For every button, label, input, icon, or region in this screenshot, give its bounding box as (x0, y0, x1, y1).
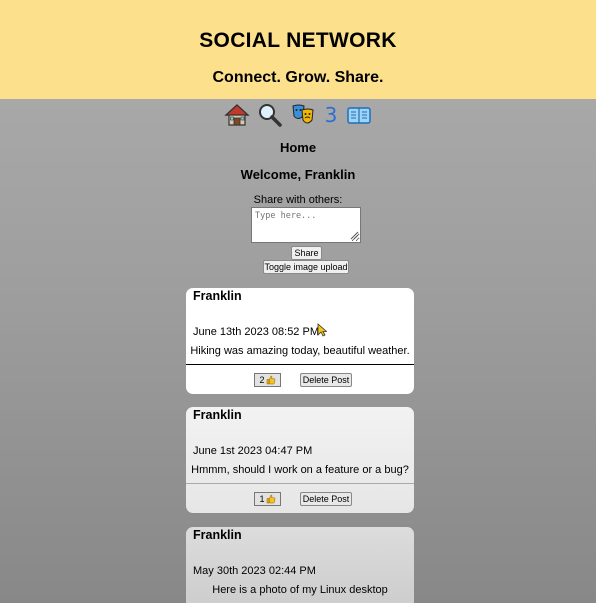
post-card: Franklin May 30th 2023 02:44 PM Here is … (186, 527, 414, 603)
home-icon[interactable] (224, 102, 251, 129)
share-label: Share with others: (253, 194, 343, 206)
like-button[interactable]: 2 (254, 373, 281, 387)
site-tagline: Connect. Grow. Share. (212, 69, 384, 86)
share-button[interactable]: Share (291, 246, 322, 260)
post-date: June 1st 2023 04:47 PM (193, 445, 313, 457)
post-author[interactable]: Franklin (193, 289, 242, 303)
resize-grip-icon[interactable] (350, 231, 359, 240)
theater-masks-icon[interactable] (290, 102, 317, 129)
post-card: Franklin June 1st 2023 04:47 PM Hmmm, sh… (186, 407, 414, 513)
newspaper-icon[interactable] (345, 102, 372, 129)
nav-bar: 3 (0, 100, 596, 130)
post-divider (186, 483, 414, 484)
post-date: May 30th 2023 02:44 PM (193, 565, 316, 577)
share-input[interactable] (251, 207, 361, 243)
post-content: Hiking was amazing today, beautiful weat… (190, 345, 410, 357)
like-count: 2 (259, 375, 265, 385)
like-button[interactable]: 1 (254, 492, 281, 506)
thumbs-up-icon (266, 375, 275, 385)
toggle-image-upload-button[interactable]: Toggle image upload (263, 260, 349, 274)
page-title: Home (279, 140, 317, 155)
thumbs-up-icon (266, 494, 275, 504)
post-date: June 13th 2023 08:52 PM (193, 326, 319, 338)
post-content: Hmmm, should I work on a feature or a bu… (191, 464, 409, 476)
like-count: 1 (259, 494, 265, 504)
notification-count[interactable]: 3 (325, 103, 338, 127)
delete-post-button[interactable]: Delete Post (300, 492, 352, 506)
post-content: Here is a photo of my Linux desktop (212, 584, 388, 596)
search-icon[interactable] (257, 102, 284, 129)
post-divider (186, 364, 414, 365)
post-card: Franklin June 13th 2023 08:52 PM Hiking … (186, 288, 414, 394)
site-header: SOCIAL NETWORK Connect. Grow. Share. (0, 0, 596, 99)
delete-post-button[interactable]: Delete Post (300, 373, 352, 387)
site-title: SOCIAL NETWORK (199, 29, 397, 52)
welcome-message: Welcome, Franklin (240, 167, 356, 182)
post-author[interactable]: Franklin (193, 528, 242, 542)
post-author[interactable]: Franklin (193, 408, 242, 422)
mouse-cursor-icon (317, 323, 327, 337)
